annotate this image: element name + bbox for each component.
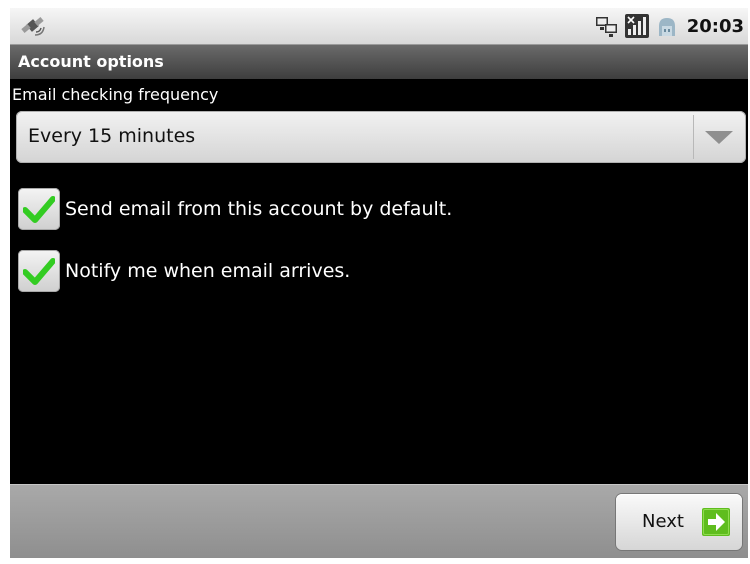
notify-label: Notify me when email arrives. (65, 260, 351, 282)
android-screen: 20:03 Account options Email checking fre… (10, 8, 748, 558)
chevron-down-icon (705, 131, 733, 144)
next-button-label: Next (642, 511, 684, 532)
network-icon (595, 17, 617, 37)
checkmark-icon (23, 196, 55, 223)
bottom-action-bar: Next (10, 484, 748, 558)
frequency-selected-value: Every 15 minutes (28, 125, 196, 147)
frequency-label: Email checking frequency (12, 85, 219, 104)
clock: 20:03 (686, 15, 744, 37)
title-bar: Account options (10, 45, 748, 79)
notify-checkbox[interactable] (18, 250, 60, 292)
default-account-option[interactable]: Send email from this account by default. (18, 186, 452, 232)
default-account-label: Send email from this account by default. (65, 198, 453, 220)
spinner-divider (693, 115, 694, 159)
next-button[interactable]: Next (616, 494, 742, 550)
status-icons: 20:03 (595, 14, 744, 38)
checkmark-icon (23, 258, 55, 285)
arrow-right-icon (702, 508, 730, 536)
satellite-icon (21, 17, 45, 36)
usb-icon (658, 18, 675, 36)
default-account-checkbox[interactable] (18, 188, 60, 230)
page-title: Account options (18, 52, 164, 71)
signal-icon (624, 14, 649, 38)
frequency-spinner[interactable]: Every 15 minutes (16, 111, 746, 163)
status-bar: 20:03 (10, 8, 748, 45)
notify-option[interactable]: Notify me when email arrives. (18, 248, 350, 294)
